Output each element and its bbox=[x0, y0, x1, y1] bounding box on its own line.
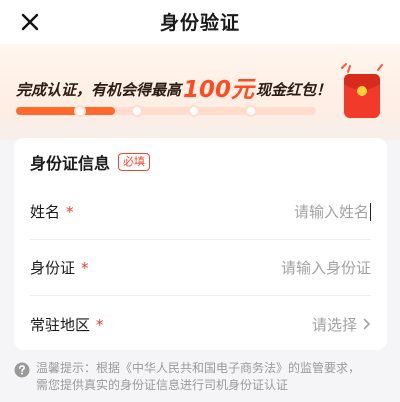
promo-text: 完成认证，有机会得最高100元 现金红包！ bbox=[16, 68, 332, 103]
region-select[interactable]: 请选择 bbox=[312, 314, 371, 335]
progress-dot bbox=[131, 105, 143, 117]
name-input-wrap bbox=[209, 202, 371, 221]
header-bar: 身份验证 bbox=[0, 0, 400, 44]
progress-fill bbox=[16, 107, 115, 115]
text-cursor bbox=[370, 202, 371, 221]
chevron-right-icon bbox=[363, 318, 371, 330]
notice-line-1: 温馨提示：根据《中华人民共和国电子商务法》的监管要求， bbox=[36, 361, 361, 375]
card-title: 身份证信息 bbox=[30, 154, 111, 173]
red-packet-icon bbox=[341, 63, 383, 118]
progress-dot bbox=[74, 105, 86, 117]
name-label: 姓名 * bbox=[30, 201, 74, 222]
question-circle-icon bbox=[14, 362, 30, 378]
card-header: 身份证信息 必填 bbox=[30, 150, 151, 174]
notice-line-2: 需您提供真实的身份证信息进行司机身份证认证 bbox=[36, 378, 289, 392]
notice-text: 温馨提示：根据《中华人民共和国电子商务法》的监管要求， 需您提供真实的身份证信息… bbox=[36, 360, 360, 394]
progress-bar bbox=[16, 105, 316, 117]
required-star: * bbox=[81, 259, 89, 277]
name-input[interactable] bbox=[209, 202, 369, 221]
region-label: 常驻地区 * bbox=[30, 314, 104, 335]
region-row[interactable]: 常驻地区 * 请选择 bbox=[30, 296, 371, 352]
promo-amount: 100元 bbox=[183, 77, 255, 103]
id-info-card: 身份证信息 必填 姓名 * 身份证 * 常驻地区 * 请选择 bbox=[14, 138, 387, 350]
promo-banner: 完成认证，有机会得最高100元 现金红包！ bbox=[0, 44, 400, 140]
id-number-input[interactable] bbox=[211, 258, 371, 277]
region-select-text: 请选择 bbox=[311, 315, 357, 334]
required-star: * bbox=[66, 203, 74, 221]
legal-notice: 温馨提示：根据《中华人民共和国电子商务法》的监管要求， 需您提供真实的身份证信息… bbox=[14, 360, 386, 394]
id-number-label: 身份证 * bbox=[30, 257, 89, 278]
id-number-label-text: 身份证 bbox=[30, 259, 76, 277]
page-title: 身份验证 bbox=[159, 12, 240, 34]
progress-dot bbox=[188, 105, 200, 117]
name-row: 姓名 * bbox=[30, 184, 371, 240]
region-label-text: 常驻地区 bbox=[30, 315, 91, 334]
required-badge: 必填 bbox=[118, 153, 151, 171]
required-star: * bbox=[96, 315, 104, 334]
name-label-text: 姓名 bbox=[30, 203, 61, 221]
promo-prefix: 完成认证，有机会得最高 bbox=[16, 81, 182, 99]
id-number-row: 身份证 * bbox=[30, 240, 371, 296]
progress-dot bbox=[245, 105, 257, 117]
promo-suffix: 现金红包！ bbox=[256, 81, 332, 99]
